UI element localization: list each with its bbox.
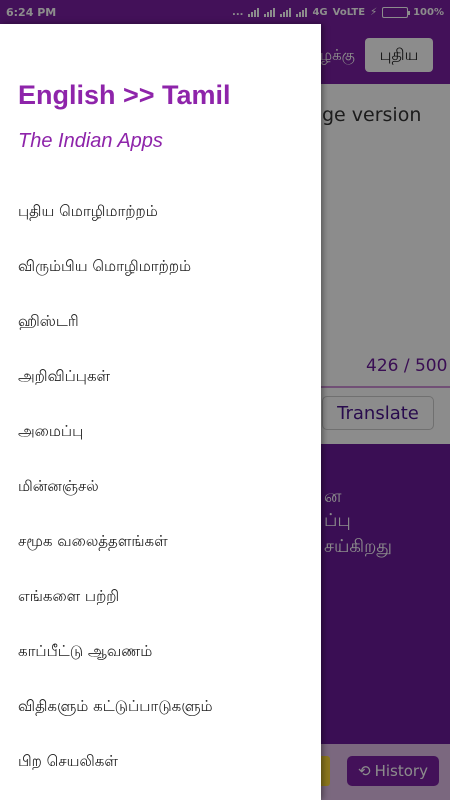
drawer-menu: புதிய மொழிமாற்றம் விரும்பிய மொழிமாற்றம் … (0, 184, 321, 789)
menu-item-settings[interactable]: அமைப்பு (0, 404, 321, 459)
navigation-drawer: English >> Tamil The Indian Apps புதிய ம… (0, 24, 321, 800)
menu-item-favorite-translation[interactable]: விரும்பிய மொழிமாற்றம் (0, 239, 321, 294)
menu-item-privacy-policy[interactable]: காப்பீட்டு ஆவணம் (0, 624, 321, 679)
menu-item-history[interactable]: ஹிஸ்டரி (0, 294, 321, 349)
drawer-header: English >> Tamil The Indian Apps (0, 24, 321, 174)
menu-item-email[interactable]: மின்னஞ்சல் (0, 459, 321, 514)
menu-item-notifications[interactable]: அறிவிப்புகள் (0, 349, 321, 404)
menu-item-terms-conditions[interactable]: விதிகளும் கட்டுப்பாடுகளும் (0, 679, 321, 734)
menu-item-new-translation[interactable]: புதிய மொழிமாற்றம் (0, 184, 321, 239)
drawer-subtitle: The Indian Apps (18, 130, 163, 152)
drawer-title: English >> Tamil (18, 80, 231, 110)
menu-item-other-apps[interactable]: பிற செயலிகள் (0, 734, 321, 789)
menu-item-about-us[interactable]: எங்களை பற்றி (0, 569, 321, 624)
menu-item-social-media[interactable]: சமூக வலைத்தளங்கள் (0, 514, 321, 569)
